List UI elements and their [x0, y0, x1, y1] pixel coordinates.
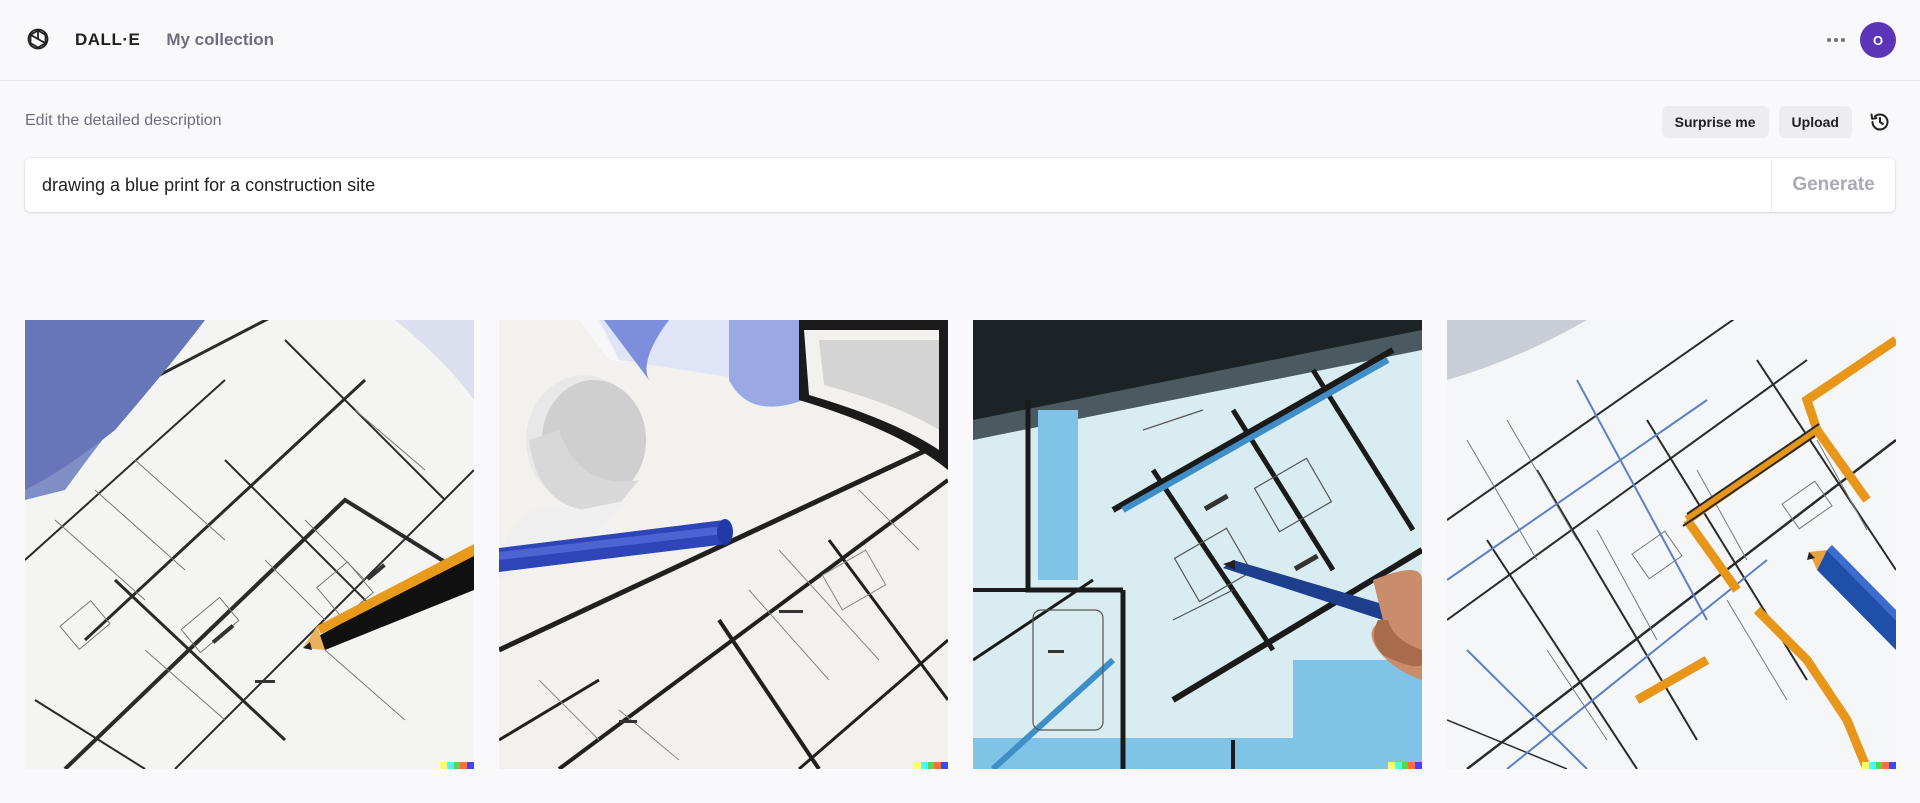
generate-button[interactable]: Generate — [1771, 158, 1895, 212]
generated-image-1 — [25, 320, 474, 769]
nav-my-collection[interactable]: My collection — [166, 30, 274, 50]
upload-button[interactable]: Upload — [1778, 106, 1852, 138]
prompt-input[interactable] — [25, 158, 1771, 212]
generated-image-3 — [973, 320, 1422, 769]
generated-image-2 — [499, 320, 948, 769]
dalle-signature — [914, 762, 948, 769]
more-options-icon[interactable] — [1822, 26, 1850, 54]
surprise-me-button[interactable]: Surprise me — [1661, 106, 1769, 138]
dalle-signature — [1388, 762, 1422, 769]
brand-name[interactable]: DALL·E — [75, 30, 140, 50]
image-tile[interactable] — [1447, 320, 1896, 769]
history-icon[interactable] — [1864, 106, 1896, 138]
image-grid — [25, 320, 1896, 769]
avatar[interactable]: O — [1860, 22, 1896, 58]
image-tile[interactable] — [973, 320, 1422, 769]
prompt-label: Edit the detailed description — [25, 112, 222, 129]
image-tile[interactable] — [499, 320, 948, 769]
prompt-actions: Surprise me Upload — [1661, 106, 1896, 138]
dalle-signature — [1862, 762, 1896, 769]
image-tile[interactable] — [25, 320, 474, 769]
openai-logo-icon[interactable] — [24, 26, 52, 54]
dalle-signature — [440, 762, 474, 769]
prompt-box: Generate — [25, 158, 1895, 212]
generated-image-4 — [1447, 320, 1896, 769]
top-bar: DALL·E My collection O — [0, 0, 1920, 81]
